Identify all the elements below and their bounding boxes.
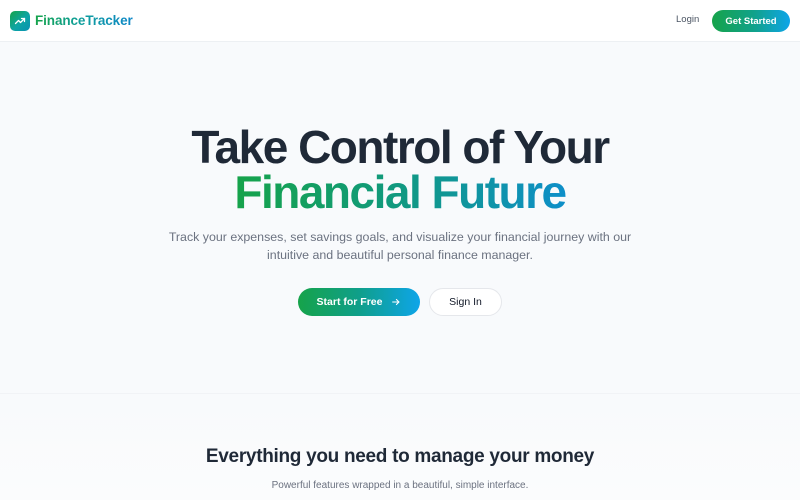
top-nav: FinanceTracker Login Get Started: [0, 0, 800, 42]
arrow-right-icon: [391, 297, 401, 307]
start-for-free-button[interactable]: Start for Free: [298, 288, 420, 316]
start-for-free-label: Start for Free: [316, 296, 383, 308]
hero-title-line2-wrapper: Financial Future: [0, 167, 800, 217]
hero-title-line1: Take Control of Your: [191, 121, 610, 173]
features-subtitle: Powerful features wrapped in a beautiful…: [271, 480, 529, 491]
hero-title-line2: Financial Future: [234, 166, 567, 218]
brand-name: FinanceTracker: [35, 10, 133, 32]
login-link[interactable]: Login: [676, 14, 699, 25]
get-started-button[interactable]: Get Started: [712, 10, 790, 32]
brand-logo[interactable]: FinanceTracker: [10, 10, 133, 32]
features-title: Everything you need to manage your money: [205, 446, 595, 467]
hero-subtitle: Track your expenses, set savings goals, …: [168, 230, 632, 262]
trending-up-icon: [10, 11, 30, 31]
sign-in-button[interactable]: Sign In: [429, 288, 502, 316]
